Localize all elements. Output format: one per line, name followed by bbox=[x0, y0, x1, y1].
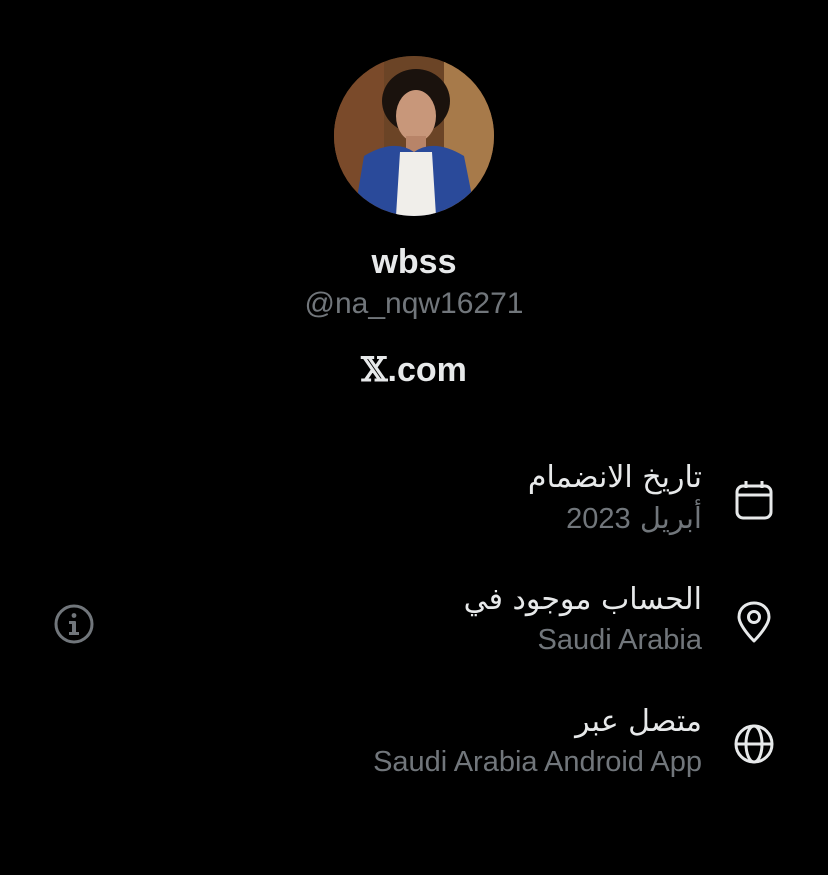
join-date-label: تاريخ الانضمام bbox=[527, 460, 702, 495]
connected-via-row: متصل عبر Saudi Arabia Android App bbox=[373, 702, 702, 782]
globe-icon bbox=[734, 724, 774, 764]
brand-link[interactable]: 𝕏.com bbox=[0, 348, 828, 392]
join-date-value: أبريل 2023 bbox=[528, 498, 702, 539]
display-name: wbss bbox=[371, 243, 457, 281]
connected-via-value: Saudi Arabia Android App bbox=[373, 746, 702, 778]
avatar[interactable] bbox=[334, 56, 494, 216]
account-location-value: Saudi Arabia bbox=[537, 624, 702, 656]
account-location-label: الحساب موجود في bbox=[463, 582, 702, 617]
calendar-icon bbox=[735, 481, 773, 520]
profile-photo bbox=[334, 56, 494, 216]
username-handle: @na_nqw16271 bbox=[304, 287, 524, 320]
join-month: أبريل bbox=[639, 501, 702, 535]
info-icon[interactable] bbox=[52, 602, 96, 646]
location-pin-icon bbox=[737, 601, 771, 643]
account-location-row: الحساب موجود في Saudi Arabia bbox=[464, 580, 702, 660]
x-logo-icon: 𝕏 bbox=[361, 350, 388, 390]
join-date-row: تاريخ الانضمام أبريل 2023 bbox=[528, 458, 702, 539]
join-year: 2023 bbox=[566, 503, 631, 535]
connected-via-label: متصل عبر bbox=[575, 704, 702, 739]
brand-suffix: .com bbox=[387, 351, 467, 389]
